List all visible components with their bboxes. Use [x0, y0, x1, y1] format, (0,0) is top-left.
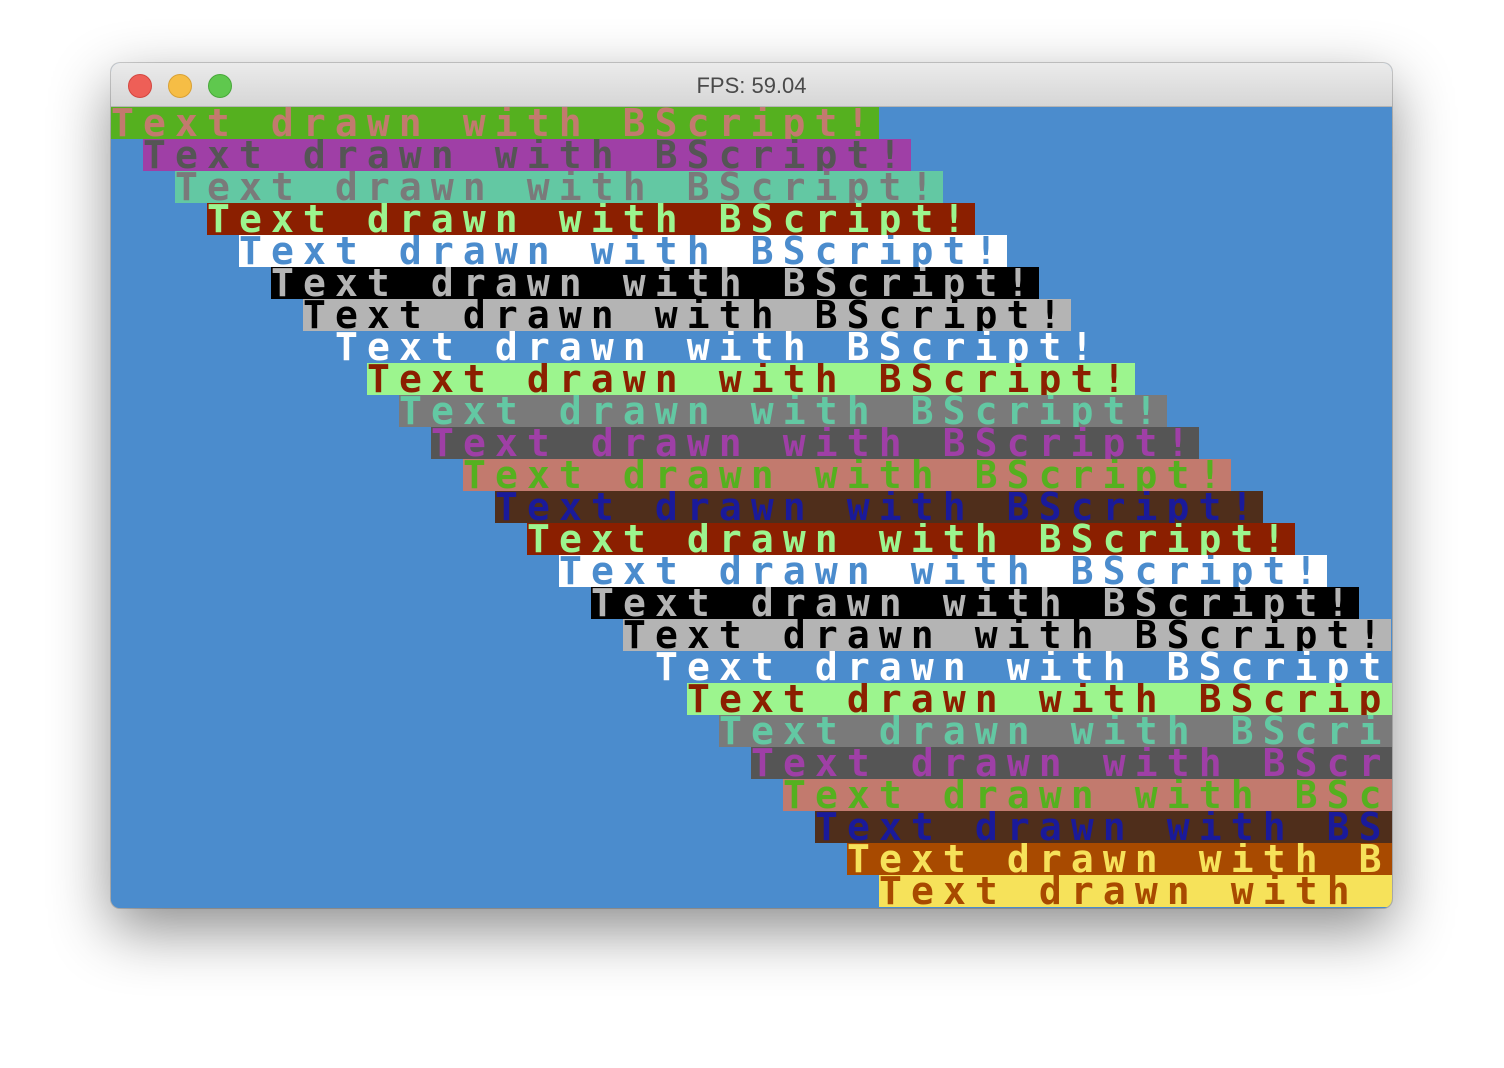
text-strip: Text drawn with BScript!: [559, 555, 1327, 587]
text-strip: Text drawn with BScript!: [335, 331, 1103, 363]
text-strip: Text drawn with BScript!: [239, 235, 1007, 267]
text-strip: Text drawn with BScript!: [751, 747, 1392, 779]
text-strip: Text drawn with BScript!: [879, 875, 1392, 907]
text-strip: Text drawn with BScript!: [655, 651, 1392, 683]
render-canvas: Text drawn with BScript! Text drawn with …: [111, 107, 1392, 908]
app-window: FPS: 59.04 Text drawn with BScript! Text …: [111, 63, 1392, 908]
text-strip: Text drawn with BScript!: [207, 203, 975, 235]
text-strip: Text drawn with BScript!: [271, 267, 1039, 299]
text-strip: Text drawn with BScript!: [719, 715, 1392, 747]
text-strip: Text drawn with BScript!: [527, 523, 1295, 555]
text-strip: Text drawn with BScript!: [783, 779, 1392, 811]
text-strip: Text drawn with BScript!: [495, 491, 1263, 523]
text-strip: Text drawn with BScript!: [815, 811, 1392, 843]
text-strip: Text drawn with BScript!: [399, 395, 1167, 427]
text-strip: Text drawn with BScript!: [175, 171, 943, 203]
title-bar[interactable]: FPS: 59.04: [111, 63, 1392, 107]
text-strip: Text drawn with BScript!: [847, 843, 1392, 875]
text-strip: Text drawn with BScript!: [431, 427, 1199, 459]
text-strip: Text drawn with BScript!: [463, 459, 1231, 491]
window-title: FPS: 59.04: [696, 73, 807, 98]
text-strip: Text drawn with BScript!: [303, 299, 1071, 331]
text-strip: Text drawn with BScript!: [143, 139, 911, 171]
text-strip: Text drawn with BScript!: [367, 363, 1135, 395]
text-strip: Text drawn with BScript!: [623, 619, 1391, 651]
text-strip: Text drawn with BScript!: [591, 587, 1359, 619]
text-strip: Text drawn with BScript!: [687, 683, 1392, 715]
text-strip: Text drawn with BScript!: [111, 107, 879, 139]
